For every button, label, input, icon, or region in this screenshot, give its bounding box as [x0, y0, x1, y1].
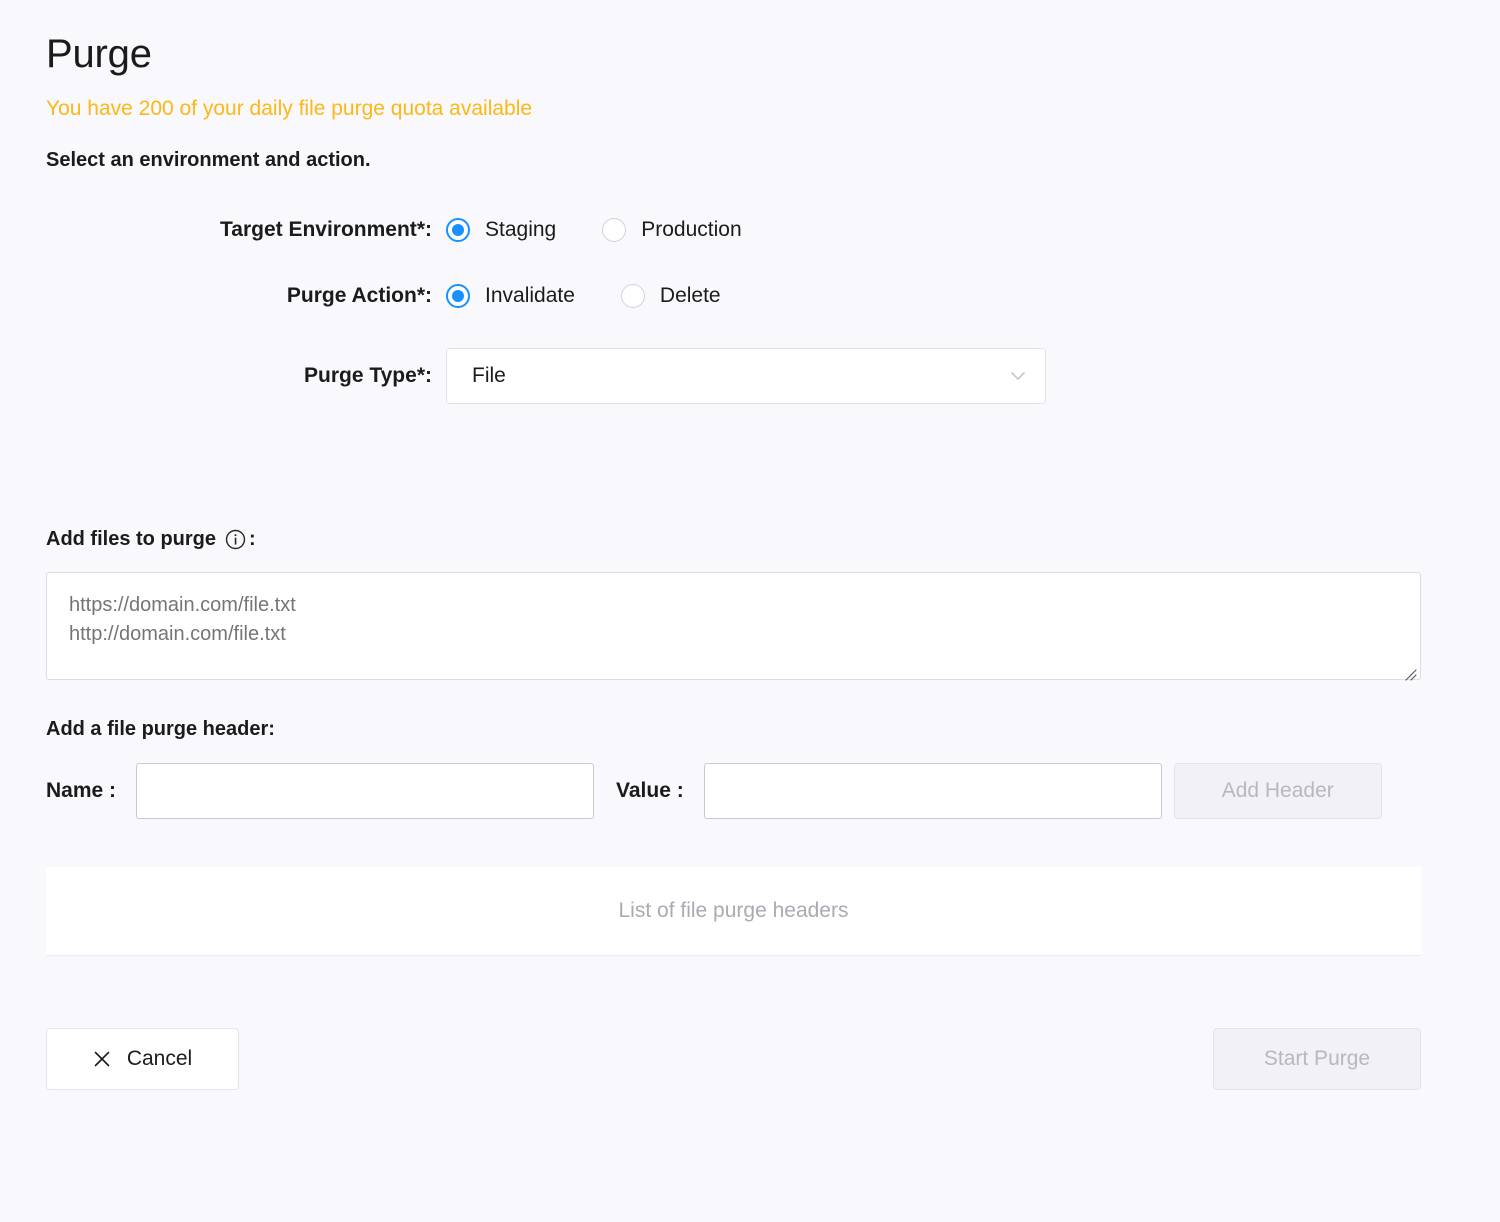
target-environment-label: Target Environment*:	[46, 218, 446, 242]
radio-delete-mark[interactable]	[620, 284, 645, 309]
page-title: Purge	[46, 32, 152, 76]
radio-invalidate-mark[interactable]	[446, 284, 470, 309]
files-textarea-wrapper	[46, 551, 1421, 685]
purge-action-label-text: Purge Action	[286, 284, 417, 308]
file-purge-headers-list: List of file purge headers	[46, 867, 1421, 957]
radio-production-mark[interactable]	[602, 218, 627, 243]
add-files-heading-text: Add files to purge	[46, 528, 216, 551]
quota-message: You have 200 of your daily file purge qu…	[46, 97, 533, 120]
headers-list-empty-text: List of file purge headers	[618, 899, 849, 923]
purge-type-label: Purge Type*:	[46, 364, 446, 388]
purge-type-selected-value: File	[472, 364, 506, 388]
purge-action-label: Purge Action*:	[46, 284, 446, 308]
header-value-input[interactable]	[703, 763, 1162, 820]
radio-production-label: Production	[641, 218, 742, 242]
info-icon[interactable]	[225, 529, 246, 550]
cancel-button-label: Cancel	[126, 1047, 193, 1071]
radio-option-staging[interactable]: Staging	[446, 218, 557, 243]
section-instruction: Select an environment and action.	[46, 149, 371, 172]
purge-type-label-text: Purge Type	[304, 364, 417, 388]
add-header-heading: Add a file purge header:	[46, 718, 275, 741]
add-files-colon: :	[249, 528, 256, 551]
purge-page: Purge You have 200 of your daily file pu…	[0, 0, 1500, 1222]
label-colon: :	[425, 218, 432, 242]
close-x-icon	[93, 1050, 111, 1068]
radio-delete-label: Delete	[659, 284, 721, 308]
label-colon: :	[425, 364, 432, 388]
target-environment-label-text: Target Environment	[220, 218, 417, 242]
radio-staging-label: Staging	[485, 218, 557, 242]
header-name-label: Name :	[46, 779, 117, 803]
radio-invalidate-label: Invalidate	[485, 284, 575, 308]
required-asterisk: *	[416, 284, 425, 308]
purge-type-select[interactable]: File	[446, 348, 1046, 405]
target-environment-radio-group: Staging Production	[446, 218, 742, 243]
add-header-row: Name : Value : Add Header	[46, 763, 1454, 820]
required-asterisk: *	[416, 364, 425, 388]
purge-action-row: Purge Action*: Invalidate Delete	[46, 284, 1454, 309]
required-asterisk: *	[416, 218, 425, 242]
footer-actions: Cancel Start Purge	[46, 1028, 1421, 1091]
cancel-button[interactable]: Cancel	[46, 1028, 239, 1091]
start-purge-button[interactable]: Start Purge	[1213, 1028, 1421, 1091]
radio-option-production[interactable]: Production	[602, 218, 742, 243]
add-files-heading: Add files to purge :	[46, 528, 1454, 551]
chevron-down-icon	[1008, 366, 1028, 386]
header-value-label: Value :	[616, 779, 684, 803]
label-colon: :	[425, 284, 432, 308]
header-name-input[interactable]	[136, 763, 595, 820]
radio-option-invalidate[interactable]: Invalidate	[446, 284, 575, 309]
radio-option-delete[interactable]: Delete	[620, 284, 721, 309]
add-header-button[interactable]: Add Header	[1173, 763, 1382, 820]
radio-staging-mark[interactable]	[446, 218, 470, 243]
purge-type-row: Purge Type*: File	[46, 348, 1454, 405]
files-textarea[interactable]	[46, 572, 1421, 681]
target-environment-row: Target Environment*: Staging Production	[46, 218, 1454, 243]
purge-action-radio-group: Invalidate Delete	[446, 284, 721, 309]
